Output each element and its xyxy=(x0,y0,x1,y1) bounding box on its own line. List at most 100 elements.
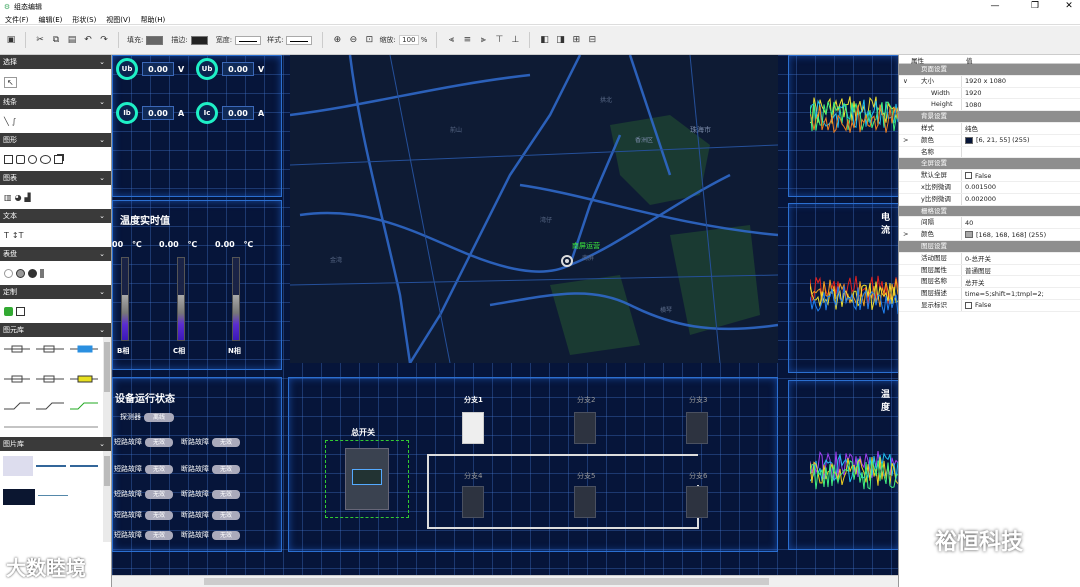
color-swatch[interactable] xyxy=(965,136,973,144)
menu-edit[interactable]: 编辑(E) xyxy=(34,13,68,24)
property-value[interactable]: False xyxy=(975,172,991,180)
branch-breaker-6[interactable] xyxy=(686,486,708,518)
image-thumb[interactable] xyxy=(70,465,98,467)
property-value[interactable]: 0-总开关 xyxy=(965,253,991,263)
design-canvas[interactable]: 南屏运营 珠海市 香洲区 前山 南屏 湾仔 横琴 金湾 拱北 Ub 0.00 V… xyxy=(112,55,898,575)
cube-icon[interactable] xyxy=(54,154,63,164)
property-row[interactable]: 活动图层 0-总开关 xyxy=(899,252,1080,265)
property-category[interactable]: 栅格设置 xyxy=(899,205,1080,218)
menu-file[interactable]: 文件(F) xyxy=(0,13,34,24)
property-value[interactable]: 总开关 xyxy=(965,277,985,287)
branch-breaker-2[interactable] xyxy=(574,412,596,444)
gauge-ic[interactable]: Ic 0.00 A xyxy=(196,102,264,124)
property-row[interactable]: x比例微调 0.001500 xyxy=(899,181,1080,194)
property-value[interactable]: 1920 x 1080 xyxy=(965,77,1006,85)
clock-icon[interactable] xyxy=(28,268,37,278)
save-icon[interactable]: ▣ xyxy=(4,34,18,46)
section-element-library[interactable]: 图元库 ⌄ xyxy=(0,323,111,337)
section-charts[interactable]: 图表 ⌄ xyxy=(0,171,111,185)
property-row[interactable]: 默认全屏 False xyxy=(899,170,1080,182)
dial-icon[interactable] xyxy=(16,268,25,278)
property-row[interactable]: > 颜色 [6, 21, 55] (255) xyxy=(899,134,1080,147)
checkbox[interactable] xyxy=(965,172,972,180)
menu-shape[interactable]: 形状(S) xyxy=(67,13,101,24)
gauge-icon[interactable] xyxy=(4,268,13,278)
scrollbar[interactable] xyxy=(103,337,111,437)
curve-icon[interactable]: ∫ xyxy=(12,117,16,126)
pie-chart-icon[interactable]: ◕ xyxy=(15,193,22,202)
zoom-in-icon[interactable]: ⊕ xyxy=(330,34,344,46)
bring-front-icon[interactable]: ◧ xyxy=(537,34,551,46)
line-width-select[interactable] xyxy=(235,35,262,45)
property-row[interactable]: 显示标识 False xyxy=(899,299,1080,312)
zoom-fit-icon[interactable]: ⊡ xyxy=(362,34,376,46)
send-back-icon[interactable]: ◨ xyxy=(553,34,567,46)
menu-help[interactable]: 帮助(H) xyxy=(136,13,171,24)
property-value[interactable]: 纯色 xyxy=(965,123,978,133)
property-category[interactable]: 全屏设置 xyxy=(899,158,1080,171)
maximize-button[interactable]: ❐ xyxy=(1024,0,1046,13)
fill-color-swatch[interactable] xyxy=(146,35,164,45)
branch-breaker-4[interactable] xyxy=(462,486,484,518)
property-value[interactable]: False xyxy=(975,301,991,309)
ungroup-icon[interactable]: ⊟ xyxy=(585,34,599,46)
line-icon[interactable]: ╲ xyxy=(4,117,9,126)
section-image-library[interactable]: 图片库 ⌄ xyxy=(0,437,111,451)
gauge-ib[interactable]: Ib 0.00 A xyxy=(116,102,184,124)
ellipse-icon[interactable] xyxy=(40,154,51,164)
align-top-icon[interactable]: ⊤ xyxy=(492,34,506,46)
city-map[interactable]: 南屏运营 珠海市 香洲区 前山 南屏 湾仔 横琴 金湾 拱北 xyxy=(290,55,778,363)
property-category[interactable]: 图层设置 xyxy=(899,240,1080,253)
expand-icon[interactable]: ∨ xyxy=(903,76,908,87)
line-style-select[interactable] xyxy=(286,35,313,45)
branch-breaker-3[interactable] xyxy=(686,412,708,444)
pointer-icon[interactable]: ↖ xyxy=(4,76,17,88)
thermometer-icon[interactable] xyxy=(40,268,44,278)
switch-icon[interactable] xyxy=(4,306,13,316)
property-row[interactable]: 名称 xyxy=(899,146,1080,159)
property-row[interactable]: 图层名称 总开关 xyxy=(899,276,1080,289)
property-value[interactable]: time=5;shift=1;tmpl=2; xyxy=(965,290,1044,298)
branch-breaker-5[interactable] xyxy=(574,486,596,518)
property-row[interactable]: 图层描述 time=5;shift=1;tmpl=2; xyxy=(899,288,1080,300)
bar-chart-icon[interactable]: ▟ xyxy=(25,193,31,202)
property-value[interactable]: 普通图层 xyxy=(965,265,991,275)
property-row[interactable]: Height 1080 xyxy=(899,99,1080,112)
checkbox[interactable] xyxy=(965,301,972,309)
group-icon[interactable]: ⊞ xyxy=(569,34,583,46)
cut-icon[interactable]: ✂ xyxy=(33,34,47,46)
section-custom[interactable]: 定制 ⌄ xyxy=(0,285,111,299)
scrollbar[interactable] xyxy=(103,451,111,542)
redo-icon[interactable]: ↷ xyxy=(97,34,111,46)
branch-breaker-1[interactable] xyxy=(462,412,484,444)
undo-icon[interactable]: ↶ xyxy=(81,34,95,46)
gauge-ub[interactable]: Ub 0.00 V xyxy=(116,58,184,80)
gauge-ub[interactable]: Ub 0.00 V xyxy=(196,58,264,80)
close-button[interactable]: ✕ xyxy=(1058,0,1080,13)
section-lines[interactable]: 线条 ⌄ xyxy=(0,95,111,109)
image-thumb[interactable] xyxy=(3,456,33,476)
expand-icon[interactable]: > xyxy=(903,229,908,240)
chart-icon[interactable]: ▥ xyxy=(4,193,12,202)
section-shapes[interactable]: 图形 ⌄ xyxy=(0,133,111,147)
property-row[interactable]: 图层属性 普通图层 xyxy=(899,264,1080,277)
property-row[interactable]: y比例微调 0.002000 xyxy=(899,193,1080,206)
stroke-color-swatch[interactable] xyxy=(190,35,208,45)
circle-icon[interactable] xyxy=(28,154,37,164)
color-swatch[interactable] xyxy=(965,231,973,239)
vertical-text-icon[interactable]: ↕T xyxy=(12,231,24,240)
align-bottom-icon[interactable]: ⊥ xyxy=(508,34,522,46)
property-category[interactable]: 背景设置 xyxy=(899,111,1080,123)
property-value[interactable]: 40 xyxy=(965,219,973,227)
property-row[interactable]: > 颜色 [168, 168, 168] (255) xyxy=(899,229,1080,241)
align-left-icon[interactable]: ⫷ xyxy=(444,34,458,46)
image-thumb[interactable] xyxy=(38,495,68,496)
zoom-value[interactable]: 100 xyxy=(398,35,419,45)
property-value[interactable]: 0.002000 xyxy=(965,195,996,203)
property-row[interactable]: 样式 纯色 xyxy=(899,122,1080,135)
property-value[interactable]: 0.001500 xyxy=(965,183,996,191)
section-select[interactable]: 选择 ⌄ xyxy=(0,55,111,69)
zoom-out-icon[interactable]: ⊖ xyxy=(346,34,360,46)
property-row[interactable]: Width 1920 xyxy=(899,87,1080,100)
property-category[interactable]: 页面设置 xyxy=(899,64,1080,76)
